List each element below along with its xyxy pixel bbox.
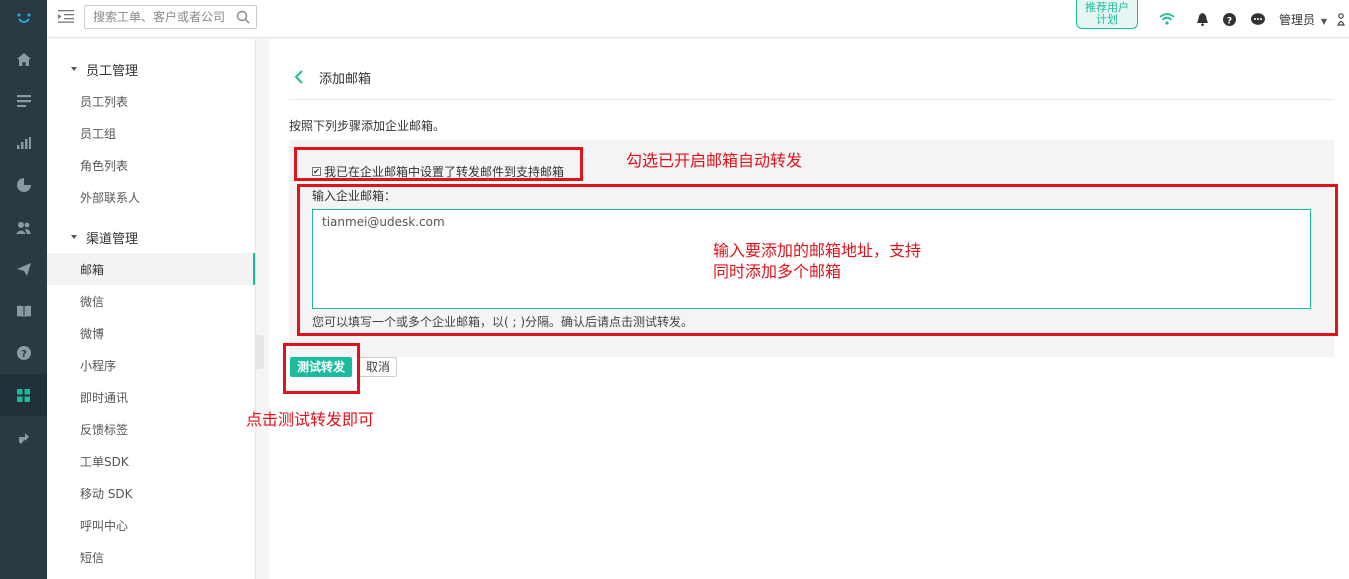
knowledge-book-icon[interactable] <box>0 290 47 332</box>
back-arrow-icon[interactable] <box>291 68 309 86</box>
top-right-icons: ? 管理员 ▼ <box>1144 0 1349 38</box>
analytics-pie-icon[interactable] <box>0 164 47 206</box>
group-channel-management[interactable]: 渠道管理 <box>47 221 255 253</box>
admin-label: 管理员 <box>1279 12 1316 27</box>
caret-down-icon <box>71 67 77 71</box>
user-status-icon[interactable] <box>1337 12 1345 26</box>
sidebar-item-instant-messaging[interactable]: 即时通讯 <box>47 381 255 413</box>
udesk-logo[interactable] <box>0 0 47 38</box>
annotation-button-note: 点击测试转发即可 <box>246 410 375 429</box>
sidebar-collapse-handle[interactable] <box>256 335 264 369</box>
cancel-button[interactable]: 取消 <box>359 357 398 377</box>
promo-line-2: 计划 <box>1096 13 1118 26</box>
settings-sidebar: 员工管理 员工列表 员工组 角色列表 外部联系人 渠道管理 邮箱 微信 微博 小… <box>47 39 256 579</box>
intro-text: 按照下列步骤添加企业邮箱。 <box>289 119 446 133</box>
sidebar-item-email[interactable]: 邮箱 <box>47 253 255 285</box>
group-staff-management[interactable]: 员工管理 <box>47 53 255 85</box>
top-bar: 推荐用户 计划 ? 管理员 ▼ <box>47 0 1349 38</box>
chat-icon[interactable] <box>1251 12 1265 26</box>
sidebar-item-mobile-sdk[interactable]: 移动 SDK <box>47 477 255 509</box>
search-icon[interactable] <box>236 10 250 27</box>
wifi-icon[interactable] <box>1159 13 1175 25</box>
customers-icon[interactable] <box>0 206 47 248</box>
reports-icon[interactable] <box>0 122 47 164</box>
annotation-box-test-button <box>283 343 360 394</box>
sidebar-item-sms[interactable]: 短信 <box>47 541 255 573</box>
global-search <box>84 5 257 29</box>
svg-text:?: ? <box>1227 16 1232 26</box>
sidebar-item-external-contacts[interactable]: 外部联系人 <box>47 181 255 213</box>
tickets-icon[interactable] <box>0 80 47 122</box>
sidebar-item-feedback-tags[interactable]: 反馈标签 <box>47 413 255 445</box>
page-title: 添加邮箱 <box>319 71 372 87</box>
caret-down-icon <box>71 235 77 239</box>
send-icon[interactable] <box>0 248 47 290</box>
search-input[interactable] <box>85 6 225 28</box>
help-circle-icon[interactable]: ? <box>1223 12 1236 26</box>
sidebar-item-mini-program[interactable]: 小程序 <box>47 349 255 381</box>
sidebar-item-roles[interactable]: 角色列表 <box>47 149 255 181</box>
sidebar-item-call-center[interactable]: 呼叫中心 <box>47 509 255 541</box>
annotation-input-note-line-2: 同时添加多个邮箱 <box>713 262 842 281</box>
home-icon[interactable] <box>0 38 47 80</box>
left-rail: ? <box>0 0 47 579</box>
referral-program-badge[interactable]: 推荐用户 计划 <box>1076 0 1138 29</box>
annotation-checkbox-note: 勾选已开启邮箱自动转发 <box>626 151 803 170</box>
sidebar-item-wechat[interactable]: 微信 <box>47 285 255 317</box>
bell-icon[interactable] <box>1197 12 1208 26</box>
page-header: 添加邮箱 <box>289 55 1334 100</box>
sidebar-item-ticket-sdk[interactable]: 工单SDK <box>47 445 255 477</box>
group-title-label: 渠道管理 <box>86 231 139 247</box>
apps-grid-icon[interactable] <box>0 374 47 416</box>
help-icon[interactable]: ? <box>0 332 47 374</box>
chevron-down-icon: ▼ <box>1320 16 1327 26</box>
tools-icon[interactable] <box>0 416 47 458</box>
sidebar-item-staff-list[interactable]: 员工列表 <box>47 85 255 117</box>
annotation-box-checkbox <box>294 147 583 181</box>
sidebar-item-weibo[interactable]: 微博 <box>47 317 255 349</box>
sidebar-item-staff-groups[interactable]: 员工组 <box>47 117 255 149</box>
menu-toggle-icon[interactable] <box>58 9 74 25</box>
group-title-label: 员工管理 <box>86 63 139 79</box>
svg-text:?: ? <box>21 349 27 360</box>
admin-menu[interactable]: 管理员 ▼ <box>1279 11 1327 28</box>
annotation-input-note-line-1: 输入要添加的邮箱地址，支持 <box>713 241 922 260</box>
